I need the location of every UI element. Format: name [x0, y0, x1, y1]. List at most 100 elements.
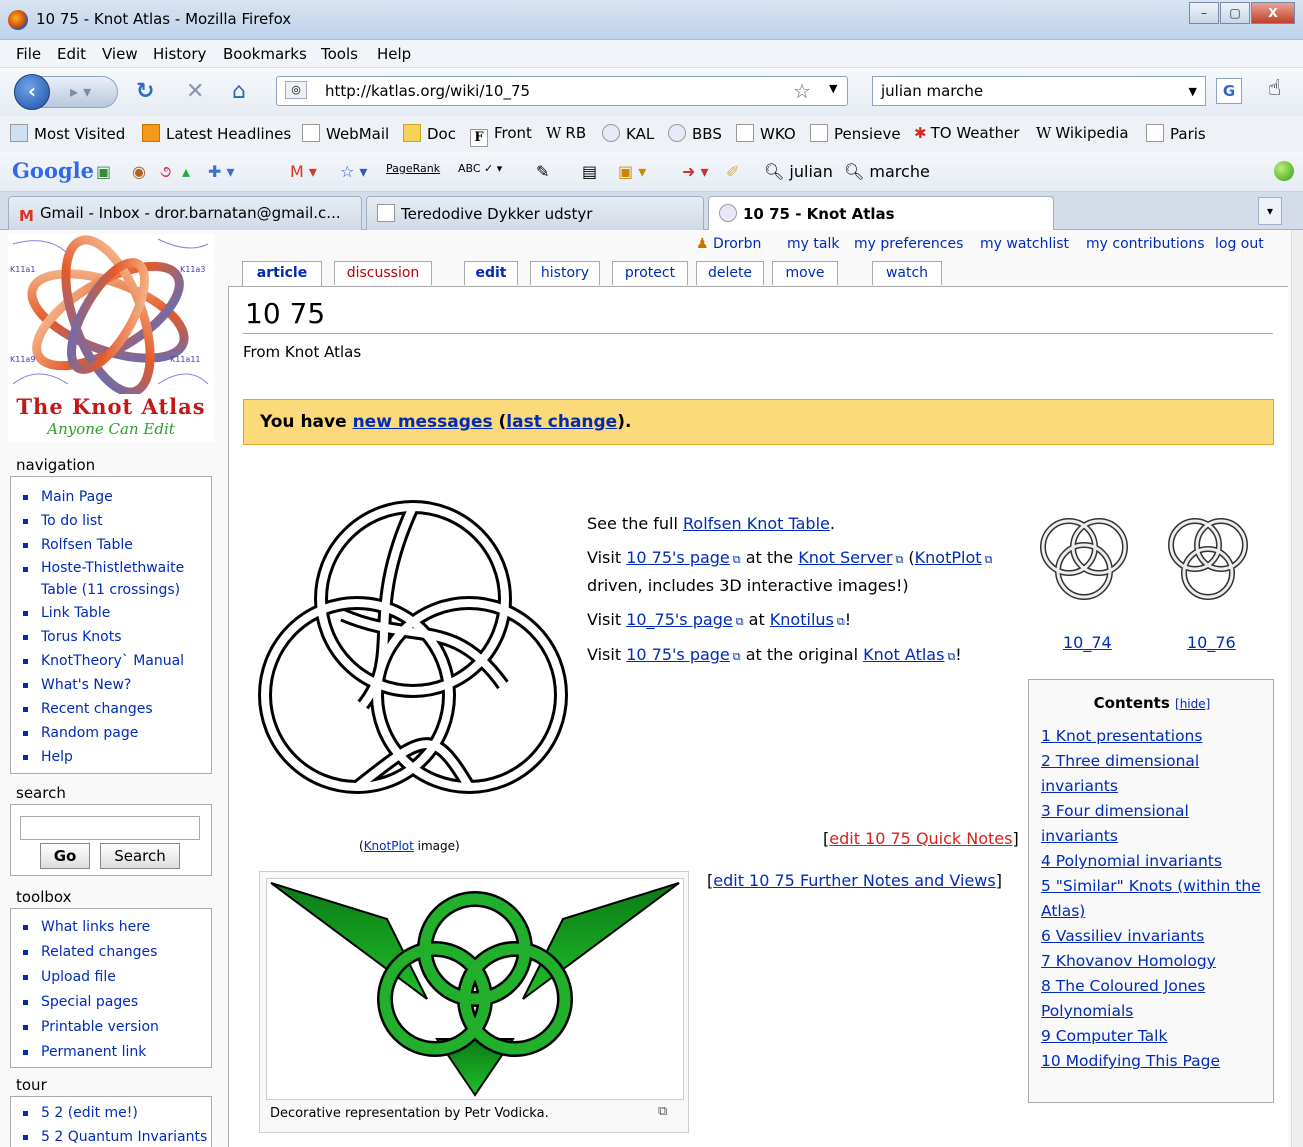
- my-contributions-link[interactable]: my contributions: [1086, 236, 1205, 252]
- tab-list-icon[interactable]: ▾: [1258, 197, 1282, 225]
- toolbox-permanent-link[interactable]: Permanent link: [23, 1040, 211, 1065]
- nav-torus-knots[interactable]: Torus Knots: [23, 625, 211, 649]
- menu-edit[interactable]: Edit: [57, 45, 86, 63]
- nav-link-table[interactable]: Link Table: [23, 601, 211, 625]
- nav-whats-new[interactable]: What's New?: [23, 673, 211, 697]
- toc-item[interactable]: 4 Polynomial invariants: [1041, 849, 1267, 874]
- gmail-icon[interactable]: M ▾: [290, 162, 317, 181]
- bookmark-kal[interactable]: KAL: [602, 124, 654, 143]
- last-change-link[interactable]: last change: [506, 412, 617, 432]
- nav-main-page[interactable]: Main Page: [23, 485, 211, 509]
- menu-bookmarks[interactable]: Bookmarks: [223, 45, 307, 63]
- toc-item[interactable]: Polynomials: [1041, 999, 1267, 1024]
- toc-item[interactable]: 6 Vassiliev invariants: [1041, 924, 1267, 949]
- toc-item[interactable]: 2 Three dimensional: [1041, 749, 1267, 774]
- autofill-icon[interactable]: ▣ ▾: [618, 162, 646, 181]
- bookmark-webmail[interactable]: WebMail: [302, 124, 389, 143]
- toc-item[interactable]: 10 Modifying This Page: [1041, 1049, 1267, 1074]
- close-button[interactable]: X: [1251, 2, 1295, 24]
- nav-random-page[interactable]: Random page: [23, 721, 211, 745]
- search-button[interactable]: Search: [100, 843, 180, 869]
- tab-article[interactable]: article: [242, 261, 322, 287]
- url-text[interactable]: http://katlas.org/wiki/10_75: [325, 82, 530, 100]
- knotplot-link[interactable]: KnotPlot: [915, 548, 993, 567]
- new-messages-link[interactable]: new messages: [353, 412, 493, 432]
- url-dropdown-icon[interactable]: ▼: [829, 82, 837, 95]
- home-icon[interactable]: ⌂: [232, 80, 246, 104]
- edit-quick-notes-link[interactable]: edit 10 75 Quick Notes: [829, 829, 1012, 848]
- knotplot-caption-link[interactable]: KnotPlot: [364, 839, 414, 853]
- toc-item[interactable]: 9 Computer Talk: [1041, 1024, 1267, 1049]
- nav-rolfsen-table[interactable]: Rolfsen Table: [23, 533, 211, 557]
- bookmark-most-visited[interactable]: Most Visited: [10, 124, 125, 143]
- nav-knottheory-manual[interactable]: KnotTheory` Manual: [23, 649, 211, 673]
- menu-help[interactable]: Help: [377, 45, 411, 63]
- toc-item[interactable]: 3 Four dimensional: [1041, 799, 1267, 824]
- plus-icon[interactable]: ✚ ▾: [208, 162, 235, 181]
- pagerank-indicator[interactable]: PageRank: [386, 162, 440, 175]
- menu-file[interactable]: File: [16, 45, 41, 63]
- toc-hide-link[interactable]: [hide]: [1175, 697, 1210, 711]
- celtic-knot-image-frame[interactable]: [266, 878, 684, 1100]
- pagerank-settings-icon[interactable]: ◉: [132, 162, 146, 181]
- knot-server-page-link[interactable]: 10 75's page: [626, 548, 740, 567]
- forward-arrow-icon[interactable]: ▸ ▾: [70, 82, 91, 101]
- highlighter-icon[interactable]: ✐: [726, 162, 739, 181]
- tab-discussion[interactable]: discussion: [334, 261, 432, 285]
- url-bar[interactable]: ◎ http://katlas.org/wiki/10_75 ☆ ▼: [276, 76, 848, 106]
- autolink-icon[interactable]: ✎: [536, 162, 549, 181]
- scrollbar[interactable]: [1291, 230, 1303, 1147]
- status-green-icon[interactable]: [1274, 161, 1294, 181]
- menu-tools[interactable]: Tools: [321, 45, 358, 63]
- search-dropdown-icon[interactable]: ▼: [1189, 85, 1197, 98]
- toc-item[interactable]: 1 Knot presentations: [1041, 724, 1267, 749]
- nav-to-do-list[interactable]: To do list: [23, 509, 211, 533]
- google-logo[interactable]: Google: [12, 158, 94, 183]
- toolbox-what-links-here[interactable]: What links here: [23, 915, 211, 940]
- send-to-icon[interactable]: ➜ ▾: [682, 162, 709, 181]
- search-input[interactable]: [20, 816, 200, 840]
- spellcheck-icon[interactable]: ABC ✓ ▾: [458, 162, 502, 175]
- knotilus-link[interactable]: Knotilus: [770, 610, 845, 629]
- nav-recent-changes[interactable]: Recent changes: [23, 697, 211, 721]
- bookmark-wikipedia[interactable]: W Wikipedia: [1036, 124, 1129, 142]
- bookmark-rb[interactable]: W RB: [546, 124, 586, 142]
- site-identity-icon[interactable]: ◎: [285, 81, 307, 99]
- bookmark-wko[interactable]: WKO: [736, 124, 796, 143]
- original-knot-atlas-link[interactable]: Knot Atlas: [863, 645, 955, 664]
- tab-edit[interactable]: edit: [464, 261, 518, 285]
- knot-server-link[interactable]: Knot Server: [798, 548, 903, 567]
- tab-teredodive[interactable]: Teredodive Dykker udstyr: [366, 196, 704, 230]
- original-atlas-page-link[interactable]: 10 75's page: [626, 645, 740, 664]
- tab-history[interactable]: history: [530, 261, 600, 285]
- next-knot-link[interactable]: 10_76: [1187, 633, 1236, 652]
- spiral-icon[interactable]: ૭: [160, 162, 171, 182]
- nav-help[interactable]: Help: [23, 745, 211, 769]
- bookmark-bbs[interactable]: BBS: [668, 124, 722, 143]
- notebook-icon[interactable]: ▤: [582, 162, 597, 181]
- magnify-icon[interactable]: ⧉: [658, 1104, 667, 1119]
- search-julian-button[interactable]: 🔍︎ julian: [764, 162, 833, 181]
- graduation-icon[interactable]: ▴: [182, 162, 190, 181]
- tab-protect[interactable]: protect: [612, 261, 688, 285]
- search-bar-text[interactable]: julian marche: [881, 82, 983, 100]
- toc-item[interactable]: 5 "Similar" Knots (within the: [1041, 874, 1267, 899]
- knot-10-76-thumbnail[interactable]: [1163, 507, 1253, 607]
- prev-knot-link[interactable]: 10_74: [1063, 633, 1112, 652]
- bookmark-pensieve[interactable]: Pensieve: [810, 124, 901, 143]
- nav-hoste-thistlethwaite[interactable]: Hoste-Thistlethwaite Table (11 crossings): [23, 557, 211, 601]
- bookmark-front[interactable]: F Front: [470, 124, 532, 147]
- tab-gmail[interactable]: M Gmail - Inbox - dror.barnatan@gmail.c..…: [8, 196, 362, 230]
- my-preferences-link[interactable]: my preferences: [854, 236, 963, 252]
- knotilus-page-link[interactable]: 10_75's page: [626, 610, 743, 629]
- reload-icon[interactable]: ↻: [136, 80, 154, 104]
- toc-item[interactable]: 8 The Coloured Jones: [1041, 974, 1267, 999]
- bookmarks-star-icon[interactable]: ☆ ▾: [340, 162, 367, 181]
- bookmark-star-icon[interactable]: ☆: [793, 79, 811, 103]
- toc-item[interactable]: 7 Khovanov Homology: [1041, 949, 1267, 974]
- toc-item[interactable]: invariants: [1041, 824, 1267, 849]
- toolbox-printable-version[interactable]: Printable version: [23, 1015, 211, 1040]
- bookmark-latest-headlines[interactable]: Latest Headlines: [142, 124, 291, 143]
- back-arrow-icon[interactable]: ‹: [14, 74, 50, 110]
- search-bar[interactable]: julian marche ▼: [872, 76, 1206, 106]
